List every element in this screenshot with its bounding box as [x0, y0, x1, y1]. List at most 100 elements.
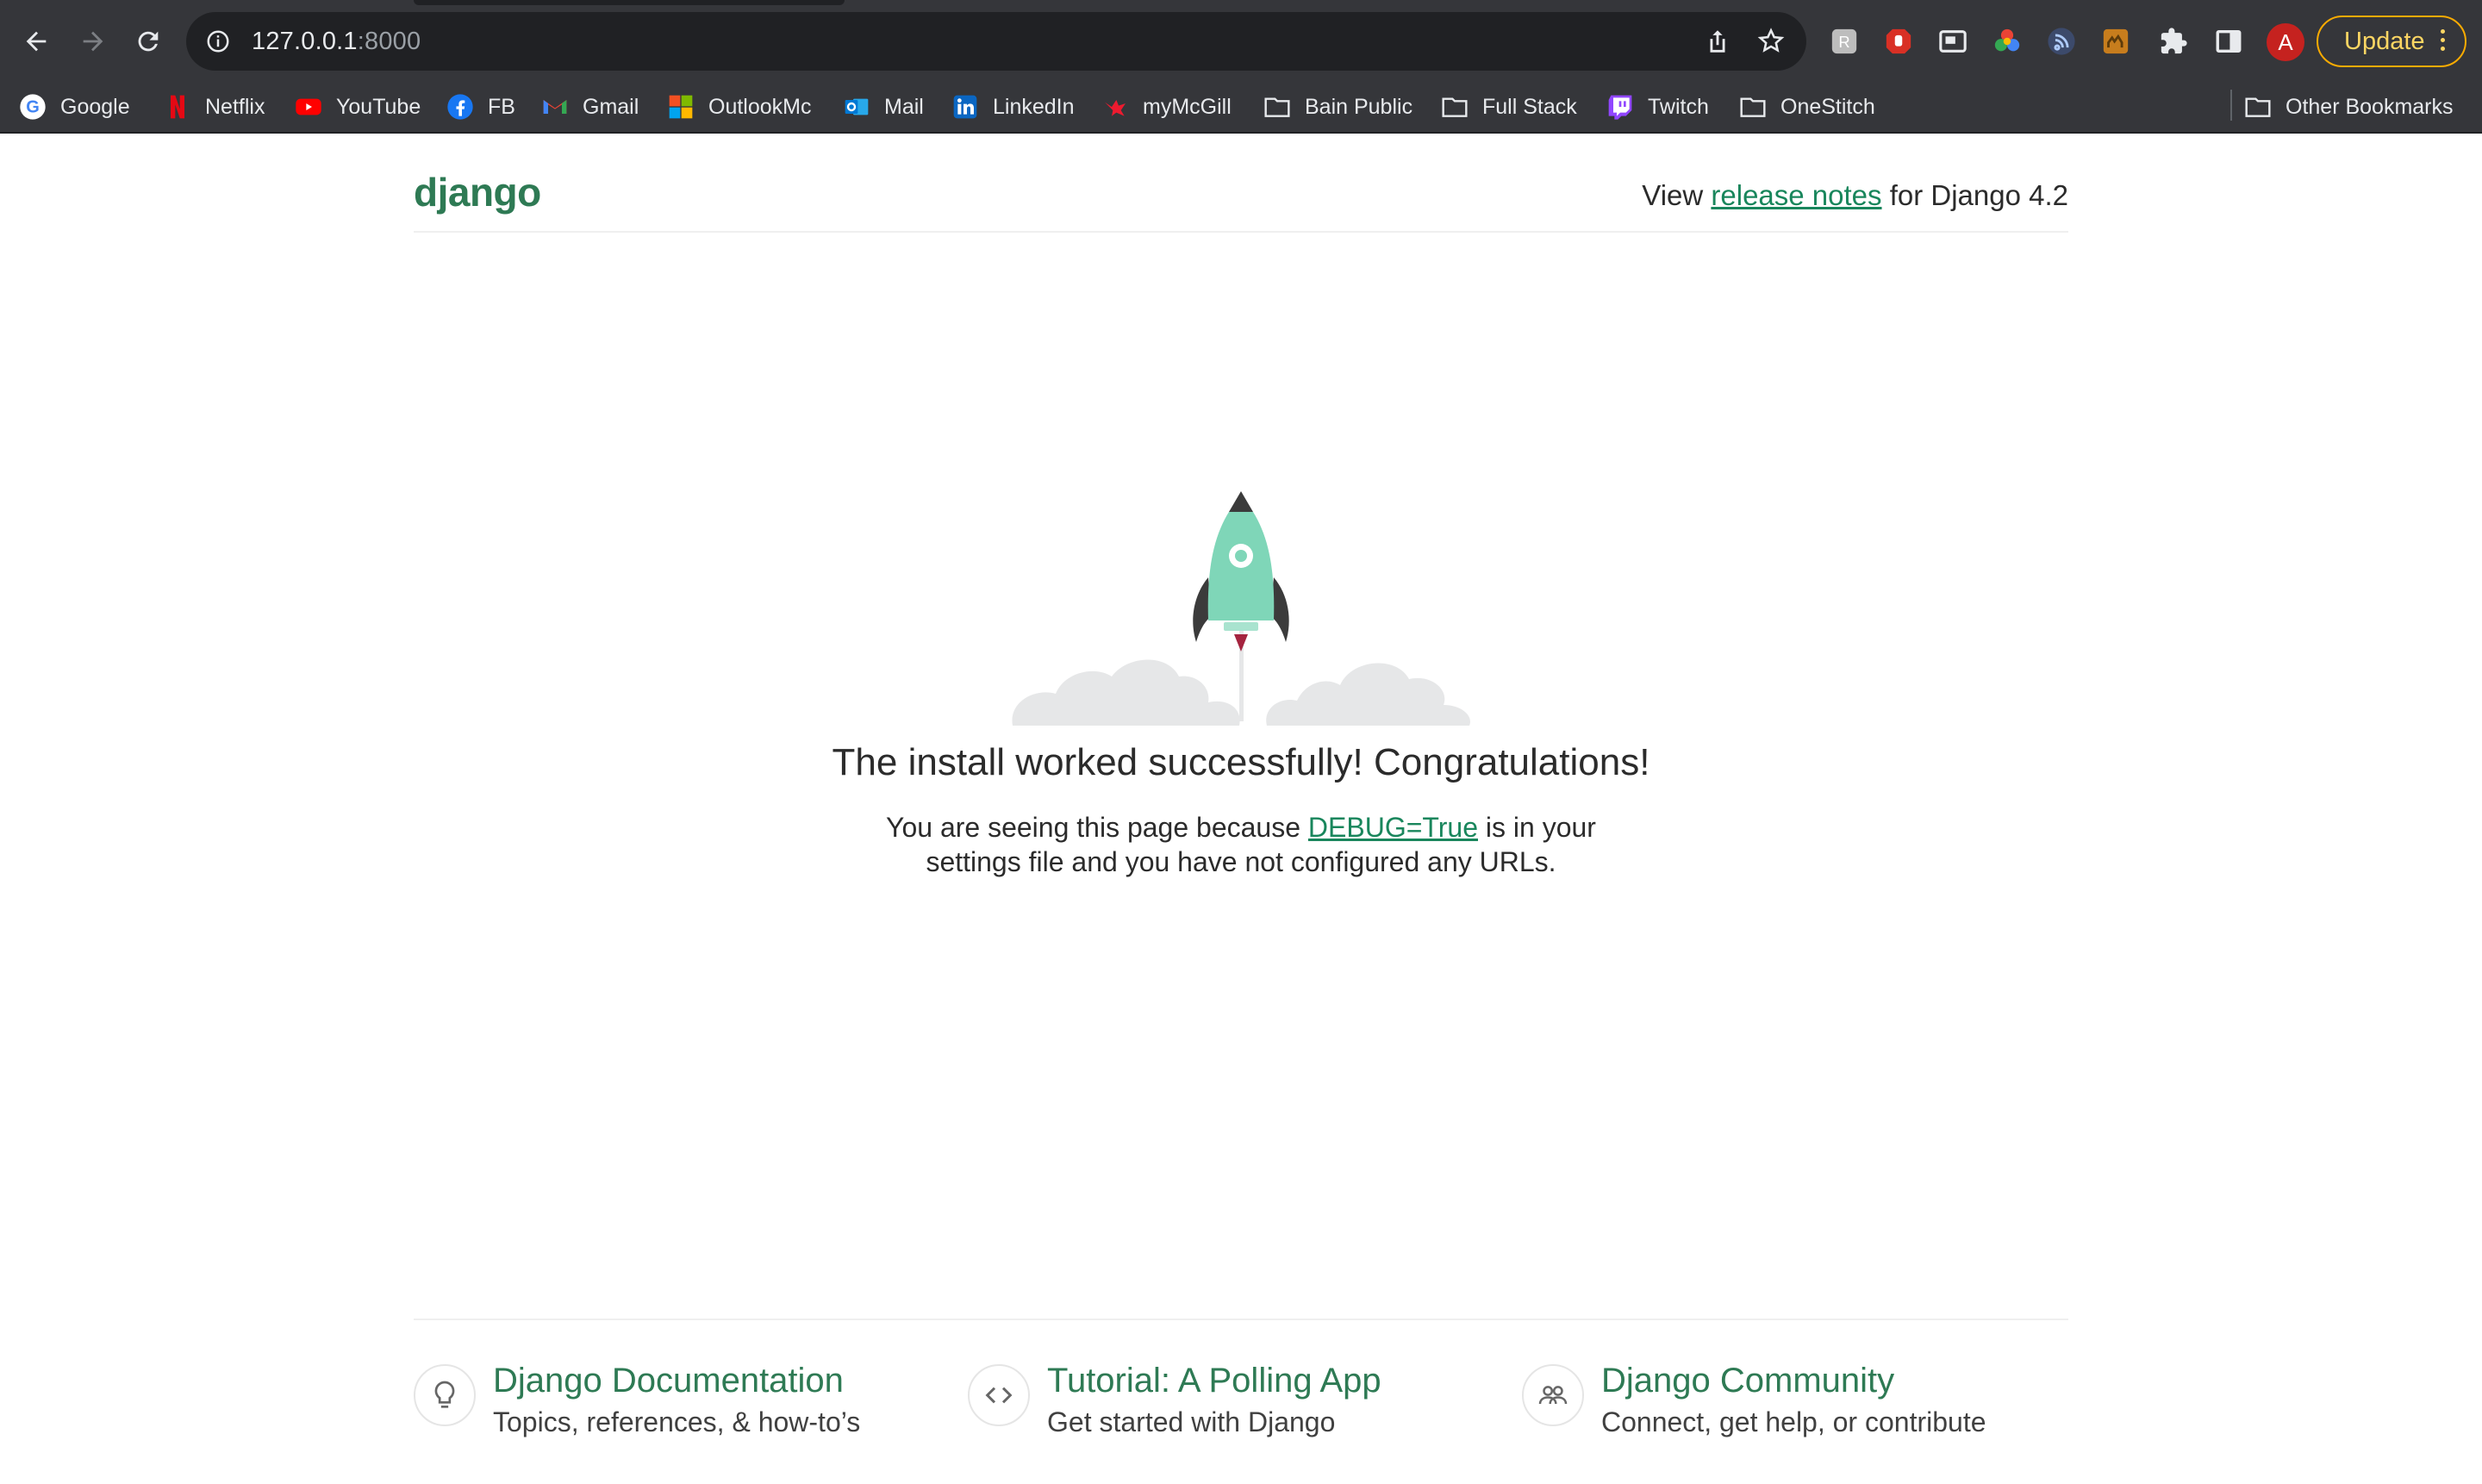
- card-description: Connect, get help, or contribute: [1601, 1406, 1986, 1437]
- facebook-icon: [446, 93, 474, 121]
- bookmark-label: myMcGill: [1143, 94, 1232, 119]
- extensions-puzzle-icon[interactable]: [2156, 24, 2191, 59]
- debug-explanation: You are seeing this page because DEBUG=T…: [845, 810, 1637, 879]
- card-description: Get started with Django: [1047, 1406, 1336, 1437]
- back-button[interactable]: [12, 17, 60, 65]
- bookmark-label: Google: [60, 94, 130, 119]
- bookmark-label: FB: [488, 94, 515, 119]
- folder-icon: [1263, 93, 1291, 121]
- rocket-illustration: [1008, 483, 1474, 733]
- lightbulb-icon: [414, 1364, 476, 1426]
- url-port: :8000: [357, 27, 421, 55]
- back-arrow-icon: [26, 31, 47, 52]
- profile-avatar[interactable]: A: [2267, 23, 2304, 61]
- update-label: Update: [2344, 27, 2425, 55]
- bookmark-label: Mail: [884, 94, 924, 119]
- browser-toolbar: 127.0.0.1:8000 R A Update: [0, 0, 2482, 83]
- svg-text:R: R: [1838, 33, 1849, 51]
- extension-rss-icon[interactable]: [2044, 24, 2079, 59]
- bookmark-label: OneStitch: [1780, 94, 1875, 119]
- mcgill-icon: [1101, 93, 1129, 121]
- kebab-menu-icon[interactable]: [2441, 29, 2446, 55]
- gmail-icon: [541, 93, 569, 121]
- card-title[interactable]: Django Documentation: [493, 1362, 844, 1400]
- community-card[interactable]: Django Community Connect, get help, or c…: [1522, 1362, 2039, 1448]
- url-text[interactable]: 127.0.0.1:8000: [252, 28, 421, 56]
- extension-colorpicker-icon[interactable]: [1990, 24, 2024, 59]
- bookmark-label: Gmail: [583, 94, 639, 119]
- update-button[interactable]: Update: [2317, 16, 2466, 67]
- rocket-flame: [1234, 634, 1248, 652]
- google-icon: G: [19, 93, 47, 121]
- bookmark-outlookmc[interactable]: OutlookMc: [667, 88, 811, 126]
- django-logo[interactable]: django: [414, 169, 541, 215]
- bookmark-star-icon[interactable]: [1756, 27, 1786, 56]
- bookmark-label: OutlookMc: [708, 94, 812, 119]
- share-icon[interactable]: [1703, 27, 1732, 56]
- microsoft-icon: [667, 93, 695, 121]
- release-prefix: View: [1642, 179, 1712, 211]
- extension-grammar-icon[interactable]: R: [1827, 24, 1862, 59]
- django-header: django View release notes for Django 4.2: [414, 155, 2068, 233]
- debug-text-prefix: You are seeing this page because: [886, 812, 1308, 843]
- release-notes-link[interactable]: release notes: [1711, 179, 1881, 211]
- code-icon: [968, 1364, 1030, 1426]
- release-suffix: for Django 4.2: [1881, 179, 2068, 211]
- bookmark-full-stack[interactable]: Full Stack: [1441, 88, 1577, 126]
- bookmark-label: Other Bookmarks: [2286, 94, 2454, 119]
- success-headline: The install worked successfully! Congrat…: [832, 741, 1650, 783]
- outlook-icon: [843, 93, 870, 121]
- tutorial-card[interactable]: Tutorial: A Polling App Get started with…: [968, 1362, 1485, 1448]
- folder-icon: [1441, 93, 1469, 121]
- reload-icon: [138, 31, 159, 52]
- address-bar[interactable]: 127.0.0.1:8000: [186, 12, 1806, 71]
- bookmarks-bar: G Google Netflix YouTube FB Gmail Outloo…: [0, 83, 2482, 131]
- site-info-icon[interactable]: [205, 28, 231, 54]
- bookmark-label: Twitch: [1648, 94, 1709, 119]
- release-notes-text: View release notes for Django 4.2: [1642, 179, 2068, 212]
- rocket-nose: [1229, 491, 1253, 512]
- bookmark-label: Bain Public: [1305, 94, 1413, 119]
- browser-chrome: 127.0.0.1:8000 R A Update G Google Netfl…: [0, 0, 2482, 134]
- forward-button[interactable]: [69, 17, 117, 65]
- url-host: 127.0.0.1: [252, 27, 358, 55]
- extension-camel-icon[interactable]: [2098, 24, 2133, 59]
- extension-pip-icon[interactable]: [1936, 24, 1970, 59]
- bookmark-label: Netflix: [205, 94, 265, 119]
- bookmark-netflix[interactable]: Netflix: [164, 88, 265, 126]
- bookmark-mymcgill[interactable]: myMcGill: [1101, 88, 1232, 126]
- reload-button[interactable]: [124, 17, 172, 65]
- bookmark-bain-public[interactable]: Bain Public: [1263, 88, 1412, 126]
- folder-icon: [1739, 93, 1767, 121]
- debug-true-link[interactable]: DEBUG=True: [1308, 812, 1478, 843]
- bookmark-twitch[interactable]: Twitch: [1606, 88, 1709, 126]
- community-icon: [1522, 1364, 1584, 1426]
- documentation-card[interactable]: Django Documentation Topics, references,…: [414, 1362, 931, 1448]
- folder-icon: [2244, 93, 2272, 121]
- footer-divider: [414, 1319, 2068, 1320]
- linkedin-icon: [951, 93, 979, 121]
- netflix-icon: [164, 93, 191, 121]
- bookmark-linkedin[interactable]: LinkedIn: [951, 88, 1075, 126]
- rocket-base: [1224, 622, 1258, 631]
- bookmark-fb[interactable]: FB: [446, 88, 515, 126]
- card-description: Topics, references, & how-to’s: [493, 1406, 861, 1437]
- svg-text:G: G: [26, 98, 40, 117]
- extension-adblock-icon[interactable]: [1881, 24, 1916, 59]
- bookmark-label: YouTube: [336, 94, 421, 119]
- bookmark-gmail[interactable]: Gmail: [541, 88, 639, 126]
- bookmark-youtube[interactable]: YouTube: [295, 88, 421, 126]
- youtube-icon: [295, 93, 322, 121]
- bookmark-other-bookmarks[interactable]: Other Bookmarks: [2244, 88, 2454, 126]
- bookmark-mail[interactable]: Mail: [843, 88, 924, 126]
- forward-arrow-icon: [83, 31, 103, 52]
- bookmark-label: LinkedIn: [993, 94, 1075, 119]
- bookmark-onestitch[interactable]: OneStitch: [1739, 88, 1875, 126]
- card-title[interactable]: Django Community: [1601, 1362, 1894, 1400]
- bookmark-label: Full Stack: [1482, 94, 1577, 119]
- twitch-icon: [1606, 93, 1634, 121]
- chrome-bottom-border: [0, 132, 2482, 134]
- card-title[interactable]: Tutorial: A Polling App: [1047, 1362, 1381, 1400]
- side-panel-icon[interactable]: [2211, 24, 2246, 59]
- bookmark-google[interactable]: G Google: [19, 88, 130, 126]
